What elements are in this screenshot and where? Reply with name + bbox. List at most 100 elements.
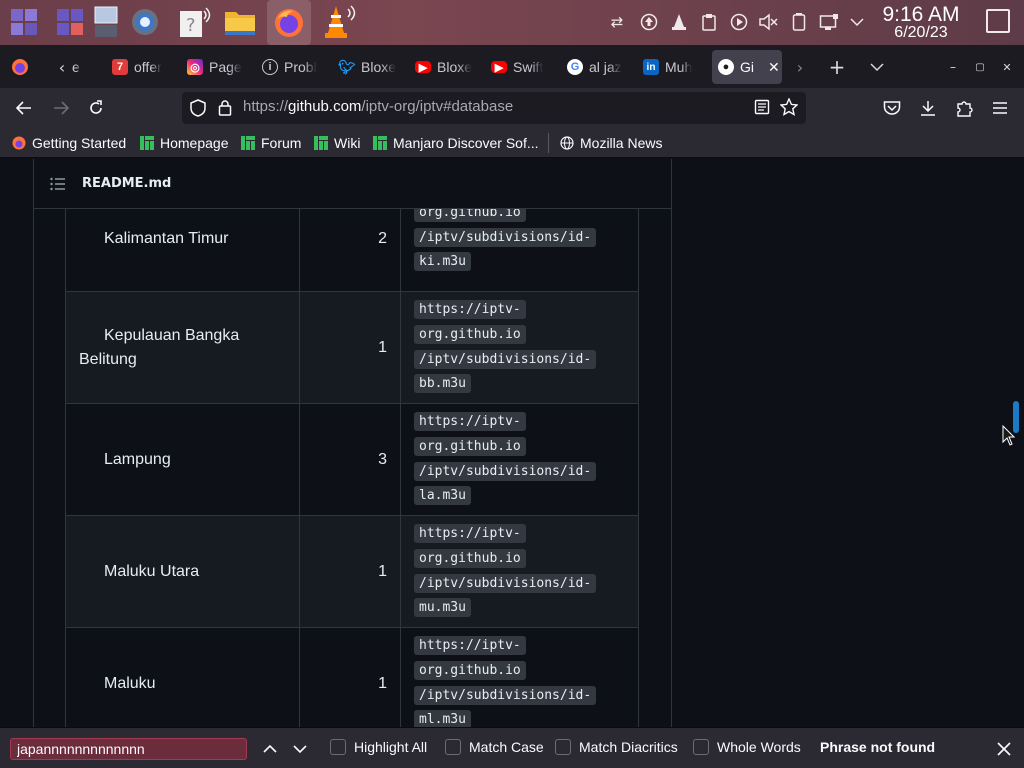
tab-5[interactable]: 🐦︎ Bloxe xyxy=(333,50,399,84)
settings-icon[interactable] xyxy=(127,4,163,40)
show-desktop-button[interactable] xyxy=(986,9,1010,33)
table-row: Maluku Utara 1 https://iptv- org.github.… xyxy=(65,515,639,628)
playlist-url[interactable]: https://iptv- org.github.io /iptv/subdiv… xyxy=(400,515,639,628)
find-bar: Highlight All Match Case Match Diacritic… xyxy=(0,727,1024,768)
close-window-button[interactable]: ✕ xyxy=(995,55,1019,79)
volume-muted-icon[interactable] xyxy=(757,11,779,33)
twitter-icon: 🐦︎ xyxy=(338,58,356,75)
reload-button[interactable] xyxy=(84,96,108,120)
new-tab-button[interactable]: + xyxy=(825,55,849,79)
playlist-url[interactable]: https://iptv- org.github.io /iptv/subdiv… xyxy=(400,291,639,404)
bookmark-homepage[interactable]: Homepage xyxy=(140,134,229,152)
firefox-view-icon[interactable] xyxy=(8,55,32,79)
bookmark-label: Wiki xyxy=(334,135,361,151)
playlist-url[interactable]: https://iptv- org.github.io /iptv/subdiv… xyxy=(400,627,639,727)
whole-words-label: Whole Words xyxy=(717,739,801,755)
vlc-tray-icon[interactable] xyxy=(668,11,690,33)
tab-3-label: Page xyxy=(209,59,242,75)
checkbox[interactable] xyxy=(445,739,461,755)
bookmarks-toolbar: Getting Started Homepage Forum Wiki Manj… xyxy=(0,128,1024,158)
list-all-tabs-button[interactable] xyxy=(865,55,889,79)
highlight-all-checkbox[interactable]: Highlight All xyxy=(330,739,427,755)
tab-2[interactable]: 7 offer xyxy=(106,50,166,84)
taskbar: ? ⇄ 9:16 AM 6/20/23 xyxy=(0,0,1024,45)
tab-7[interactable]: ▶ Swift xyxy=(485,50,551,84)
match-diacritics-checkbox[interactable]: Match Diacritics xyxy=(555,739,678,755)
scroll-tabs-right-button[interactable]: › xyxy=(788,55,812,79)
readme-title[interactable]: README.md xyxy=(82,176,171,191)
channel-count: 1 xyxy=(299,291,401,404)
tab-4[interactable]: i Probl xyxy=(256,50,322,84)
find-status: Phrase not found xyxy=(820,739,936,755)
help-icon[interactable]: ? xyxy=(177,4,213,40)
close-tab-icon[interactable]: ✕ xyxy=(768,59,780,76)
tab-8-label: al jaz xyxy=(589,59,622,75)
clipboard-icon[interactable] xyxy=(698,11,720,33)
checkbox[interactable] xyxy=(555,739,571,755)
shield-icon[interactable] xyxy=(190,99,206,121)
tab-5-label: Bloxe xyxy=(361,59,397,75)
chevron-down-icon[interactable] xyxy=(846,11,868,33)
close-find-bar-button[interactable] xyxy=(992,737,1016,761)
downloads-icon[interactable] xyxy=(916,96,940,120)
manjaro-icon xyxy=(373,136,387,150)
app-grid-icon[interactable] xyxy=(52,4,88,40)
info-icon: i xyxy=(262,59,278,75)
menu-icon[interactable] xyxy=(988,96,1012,120)
bookmark-mozilla-news[interactable]: Mozilla News xyxy=(560,134,662,152)
bookmark-star-icon[interactable] xyxy=(779,97,799,120)
bookmark-label: Forum xyxy=(261,135,302,151)
tab-9[interactable]: in Muh xyxy=(637,50,703,84)
folder-icon[interactable] xyxy=(222,4,258,40)
find-previous-button[interactable] xyxy=(258,737,282,761)
outline-list-icon[interactable] xyxy=(50,177,66,191)
vlc-icon[interactable] xyxy=(320,4,356,40)
media-player-icon[interactable] xyxy=(728,11,750,33)
github-icon: ● xyxy=(718,59,734,75)
battery-icon[interactable] xyxy=(788,11,810,33)
bookmark-label: Manjaro Discover Sof... xyxy=(393,135,539,151)
bookmark-wiki[interactable]: Wiki xyxy=(314,134,360,152)
instagram-icon: ◎ xyxy=(187,59,203,75)
reader-view-icon[interactable] xyxy=(754,99,770,119)
bookmark-label: Homepage xyxy=(160,135,229,151)
youtube-icon: ▶ xyxy=(415,61,431,74)
youtube-icon: ▶ xyxy=(491,61,507,74)
bookmark-manjaro-discover[interactable]: Manjaro Discover Sof... xyxy=(373,134,539,152)
match-case-checkbox[interactable]: Match Case xyxy=(445,739,544,755)
clock-date[interactable]: 6/20/23 xyxy=(866,24,976,42)
globe-icon xyxy=(560,136,574,150)
table-row: Kepulauan Bangka Belitung 1 https://iptv… xyxy=(65,291,639,404)
tab-4-label: Probl xyxy=(284,59,317,75)
url-text[interactable]: https://github.com/iptv-org/iptv#databas… xyxy=(243,98,513,115)
find-next-button[interactable] xyxy=(288,737,312,761)
bookmark-forum[interactable]: Forum xyxy=(241,134,301,152)
pocket-icon[interactable] xyxy=(880,96,904,120)
find-input[interactable] xyxy=(10,738,247,760)
update-icon[interactable] xyxy=(638,11,660,33)
extensions-icon[interactable] xyxy=(952,96,976,120)
network-icon[interactable] xyxy=(818,11,840,33)
back-button[interactable] xyxy=(12,96,36,120)
minimize-button[interactable]: – xyxy=(941,55,965,79)
application-launcher-icon[interactable] xyxy=(6,4,42,40)
checkbox[interactable] xyxy=(693,739,709,755)
playlist-url[interactable]: https://iptv- org.github.io /iptv/subdiv… xyxy=(400,403,639,516)
maximize-button[interactable]: ▢ xyxy=(968,55,992,79)
url-bar[interactable]: https://github.com/iptv-org/iptv#databas… xyxy=(182,92,806,124)
tab-1[interactable]: e xyxy=(66,50,106,84)
tab-3[interactable]: ◎ Page xyxy=(181,50,247,84)
forward-button[interactable] xyxy=(49,96,73,120)
tab-8[interactable]: G al jaz xyxy=(561,50,627,84)
tab-6-label: Bloxe xyxy=(437,59,473,75)
lock-icon[interactable] xyxy=(218,99,232,121)
checkbox[interactable] xyxy=(330,739,346,755)
tab-10[interactable]: ● Gi ✕ xyxy=(712,50,782,84)
firefox-icon[interactable] xyxy=(267,0,311,45)
bookmark-getting-started[interactable]: Getting Started xyxy=(12,134,126,152)
tab-6[interactable]: ▶ Bloxe xyxy=(409,50,475,84)
whole-words-checkbox[interactable]: Whole Words xyxy=(693,739,801,755)
kdeconnect-icon[interactable]: ⇄ xyxy=(606,11,628,33)
window-icon[interactable] xyxy=(88,4,124,40)
bookmark-label: Mozilla News xyxy=(580,135,663,151)
